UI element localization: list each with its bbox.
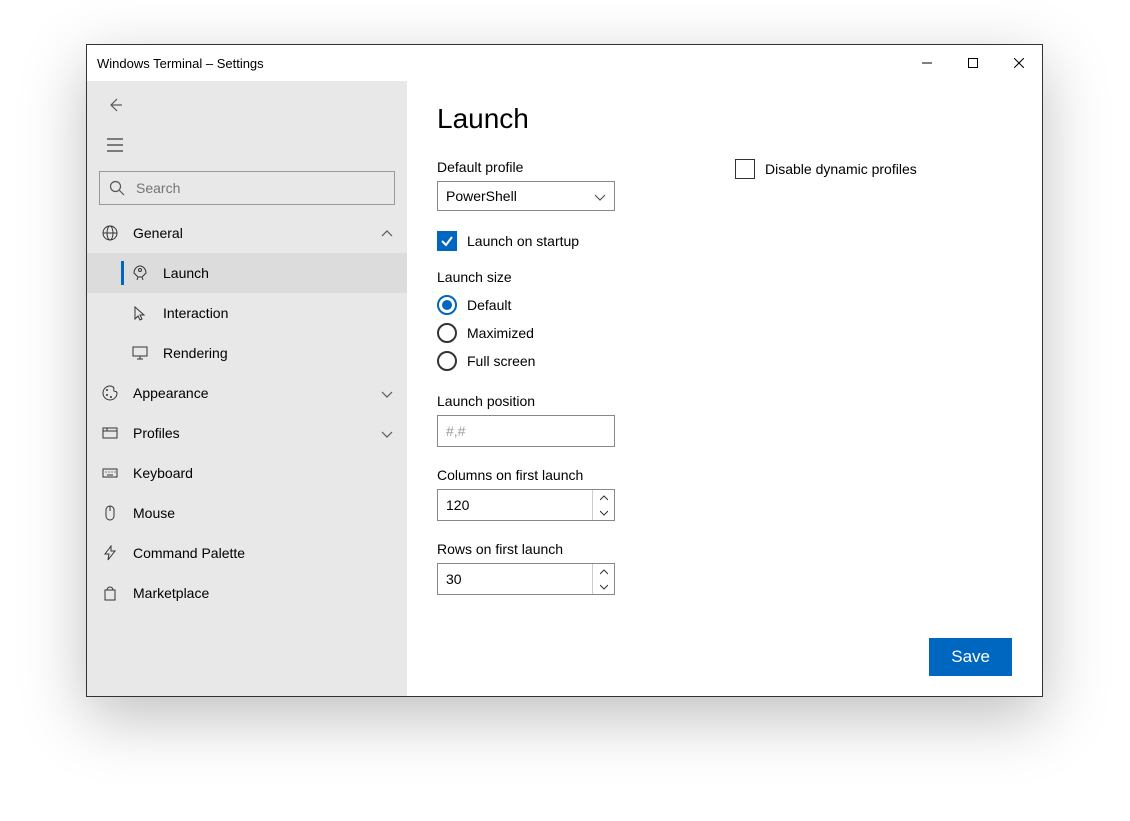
cursor-icon bbox=[131, 304, 149, 322]
columns-block: Columns on first launch 120 bbox=[437, 467, 615, 521]
rows-down-button[interactable] bbox=[593, 579, 614, 594]
sidebar-item-command-palette[interactable]: Command Palette bbox=[87, 533, 407, 573]
launch-size-maximized-row[interactable]: Maximized bbox=[437, 319, 615, 347]
sidebar-group-profiles[interactable]: Profiles bbox=[87, 413, 407, 453]
sidebar-label-profiles: Profiles bbox=[133, 425, 180, 441]
rows-block: Rows on first launch 30 bbox=[437, 541, 615, 595]
rocket-icon bbox=[131, 264, 149, 282]
rows-value[interactable]: 30 bbox=[438, 564, 592, 594]
launch-size-default-radio[interactable] bbox=[437, 295, 457, 315]
columns-arrows bbox=[592, 490, 614, 520]
rows-spinner[interactable]: 30 bbox=[437, 563, 615, 595]
search-icon bbox=[108, 179, 126, 197]
keyboard-icon bbox=[101, 464, 119, 482]
default-profile-block: Default profile PowerShell bbox=[437, 159, 615, 211]
content-row: Default profile PowerShell Launch on bbox=[437, 159, 1012, 615]
rows-label: Rows on first launch bbox=[437, 541, 615, 557]
sidebar-label-launch: Launch bbox=[163, 265, 209, 281]
main-content: Launch Default profile PowerShell bbox=[407, 81, 1042, 696]
minimize-button[interactable] bbox=[904, 47, 950, 79]
launch-size-fullscreen-radio[interactable] bbox=[437, 351, 457, 371]
launch-size-label: Launch size bbox=[437, 269, 615, 285]
rows-up-button[interactable] bbox=[593, 564, 614, 579]
chevron-down-icon bbox=[594, 188, 606, 204]
launch-on-startup-checkbox[interactable] bbox=[437, 231, 457, 251]
columns-value[interactable]: 120 bbox=[438, 490, 592, 520]
back-button[interactable] bbox=[95, 85, 135, 125]
titlebar: Windows Terminal – Settings bbox=[87, 45, 1042, 81]
launch-position-input[interactable] bbox=[437, 415, 615, 447]
default-profile-select[interactable]: PowerShell bbox=[437, 181, 615, 211]
default-profile-value: PowerShell bbox=[446, 188, 517, 204]
sidebar-label-general: General bbox=[133, 225, 183, 241]
disable-dynamic-label: Disable dynamic profiles bbox=[765, 161, 917, 177]
window-buttons bbox=[904, 47, 1042, 79]
sidebar-label-keyboard: Keyboard bbox=[133, 465, 193, 481]
sidebar-label-rendering: Rendering bbox=[163, 345, 228, 361]
launch-size-group: Launch size Default Maximized Full scree… bbox=[437, 269, 615, 375]
hamburger-button[interactable] bbox=[95, 125, 135, 165]
columns-spinner[interactable]: 120 bbox=[437, 489, 615, 521]
sidebar-group-appearance[interactable]: Appearance bbox=[87, 373, 407, 413]
close-button[interactable] bbox=[996, 47, 1042, 79]
right-column: Disable dynamic profiles bbox=[735, 159, 917, 197]
profiles-icon bbox=[101, 424, 119, 442]
launch-size-default-label: Default bbox=[467, 297, 511, 313]
search-input[interactable] bbox=[134, 179, 386, 197]
sidebar-label-appearance: Appearance bbox=[133, 385, 209, 401]
monitor-icon bbox=[131, 344, 149, 362]
sidebar-label-command-palette: Command Palette bbox=[133, 545, 245, 561]
disable-dynamic-row[interactable]: Disable dynamic profiles bbox=[735, 159, 917, 179]
sidebar-item-mouse[interactable]: Mouse bbox=[87, 493, 407, 533]
chevron-up-icon bbox=[381, 225, 393, 241]
sidebar-label-marketplace: Marketplace bbox=[133, 585, 209, 601]
sidebar-group-general[interactable]: General bbox=[87, 213, 407, 253]
sidebar-item-launch[interactable]: Launch bbox=[87, 253, 407, 293]
page-title: Launch bbox=[437, 103, 1012, 135]
search-box[interactable] bbox=[99, 171, 395, 205]
sidebar: General Launch Interaction bbox=[87, 81, 407, 696]
sidebar-label-interaction: Interaction bbox=[163, 305, 228, 321]
chevron-down-icon bbox=[381, 425, 393, 441]
save-button[interactable]: Save bbox=[929, 638, 1012, 676]
palette-icon bbox=[101, 384, 119, 402]
mouse-icon bbox=[101, 504, 119, 522]
columns-label: Columns on first launch bbox=[437, 467, 615, 483]
globe-icon bbox=[101, 224, 119, 242]
sidebar-label-mouse: Mouse bbox=[133, 505, 175, 521]
default-profile-label: Default profile bbox=[437, 159, 615, 175]
disable-dynamic-checkbox[interactable] bbox=[735, 159, 755, 179]
launch-size-fullscreen-row[interactable]: Full screen bbox=[437, 347, 615, 375]
window-title: Windows Terminal – Settings bbox=[97, 56, 264, 71]
launch-size-default-row[interactable]: Default bbox=[437, 291, 615, 319]
columns-up-button[interactable] bbox=[593, 490, 614, 505]
sidebar-item-rendering[interactable]: Rendering bbox=[87, 333, 407, 373]
sidebar-item-marketplace[interactable]: Marketplace bbox=[87, 573, 407, 613]
launch-on-startup-row[interactable]: Launch on startup bbox=[437, 231, 615, 251]
bag-icon bbox=[101, 584, 119, 602]
launch-on-startup-label: Launch on startup bbox=[467, 233, 579, 249]
rows-arrows bbox=[592, 564, 614, 594]
launch-size-maximized-label: Maximized bbox=[467, 325, 534, 341]
lightning-icon bbox=[101, 544, 119, 562]
launch-size-maximized-radio[interactable] bbox=[437, 323, 457, 343]
left-column: Default profile PowerShell Launch on bbox=[437, 159, 615, 615]
sidebar-item-interaction[interactable]: Interaction bbox=[87, 293, 407, 333]
chevron-down-icon bbox=[381, 385, 393, 401]
maximize-button[interactable] bbox=[950, 47, 996, 79]
sidebar-item-keyboard[interactable]: Keyboard bbox=[87, 453, 407, 493]
launch-position-label: Launch position bbox=[437, 393, 615, 409]
launch-size-fullscreen-label: Full screen bbox=[467, 353, 535, 369]
columns-down-button[interactable] bbox=[593, 505, 614, 520]
launch-position-block: Launch position bbox=[437, 393, 615, 447]
settings-window: Windows Terminal – Settings bbox=[86, 44, 1043, 697]
